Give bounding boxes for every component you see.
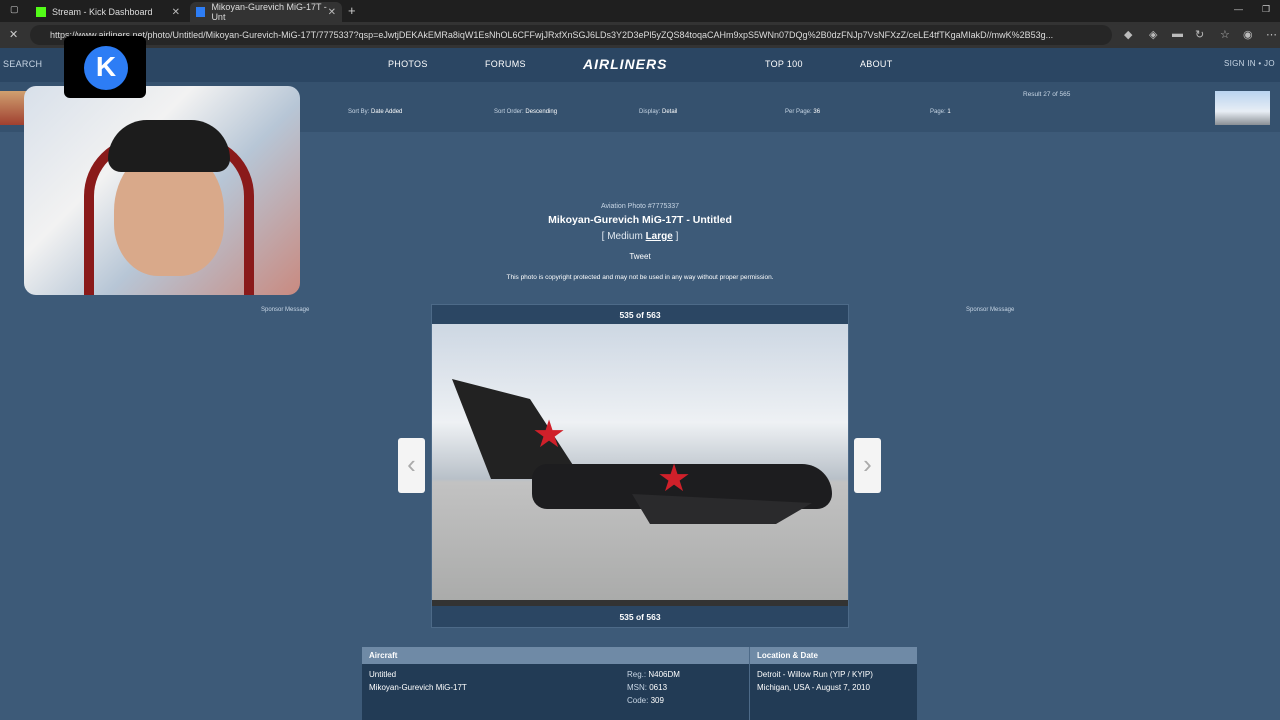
sort-order-label: Sort Order: [494, 109, 524, 115]
address-bar-row: ✕ https://www.airliners.net/photo/Untitl… [0, 22, 1280, 48]
stop-loading-icon[interactable]: ✕ [9, 28, 18, 41]
display-control[interactable]: Display: Detail [639, 109, 677, 115]
close-tab-icon[interactable]: ✕ [172, 7, 180, 18]
profile-icon[interactable]: ◉ [1243, 28, 1253, 41]
red-star-icon: ★ [657, 458, 692, 500]
display-label: Display: [639, 109, 661, 115]
photo-counter-bottom: 535 of 563 [619, 612, 661, 622]
photo-label: Aviation Photo #7775337 [600, 203, 680, 210]
nav-about[interactable]: ABOUT [860, 59, 893, 69]
aircraft-photo[interactable]: ★ ★ [432, 324, 848, 606]
date-text: Michigan, USA - August 7, 2010 [757, 683, 870, 692]
per-page-control[interactable]: Per Page: 36 [785, 109, 820, 115]
search-link[interactable]: SEARCH [3, 59, 42, 69]
code-label: Code: [627, 696, 649, 705]
location-link[interactable]: Detroit - Willow Run (YIP / KYIP) [757, 670, 873, 679]
tab-title: Mikoyan-Gurevich MiG-17T - Unt [211, 2, 327, 22]
page-control[interactable]: Page: 1 [930, 109, 951, 115]
favorites-icon[interactable]: ☆ [1220, 28, 1230, 41]
msn-value[interactable]: 0613 [649, 683, 667, 692]
photo-watermark [432, 600, 848, 606]
sort-by-value: Date Added [371, 109, 403, 115]
next-thumbnail[interactable] [1215, 91, 1270, 125]
column-divider [749, 647, 750, 720]
photo-counter-top: 535 of 563 [619, 310, 661, 320]
extension-icon[interactable]: ◆ [1124, 28, 1132, 41]
size-selector: [ Medium Large ] [601, 231, 679, 242]
aircraft-type-link[interactable]: Mikoyan-Gurevich MiG-17T [369, 683, 467, 692]
operator-link[interactable]: Untitled [369, 670, 396, 679]
reg-value[interactable]: N406DM [648, 670, 680, 679]
maximize-icon[interactable]: ❐ [1262, 4, 1270, 15]
kick-favicon-icon [36, 7, 46, 17]
sign-in-link[interactable]: SIGN IN • JO [1224, 59, 1275, 68]
streamer-cap [108, 120, 230, 172]
tweet-button[interactable]: Tweet [0, 252, 1280, 261]
sponsor-message-left[interactable]: Sponsor Message [261, 307, 309, 313]
sort-order-control[interactable]: Sort Order: Descending [494, 109, 557, 115]
airliners-logo[interactable]: AIRLINERS [583, 56, 667, 72]
per-page-value: 36 [813, 109, 821, 115]
tab-kick-dashboard[interactable]: Stream - Kick Dashboard ✕ [30, 2, 186, 22]
extension-icon[interactable]: ▬ [1172, 28, 1183, 40]
refresh-icon[interactable]: ↻ [1195, 28, 1204, 41]
window-menu-icon[interactable]: ▢ [10, 4, 19, 15]
details-table: Aircraft Location & Date Untitled Mikoya… [362, 647, 917, 720]
extension-icon[interactable]: ◈ [1149, 28, 1157, 41]
more-icon[interactable]: ⋯ [1266, 28, 1277, 41]
webcam-overlay [24, 86, 300, 295]
page-title: Mikoyan-Gurevich MiG-17T - Untitled [548, 214, 732, 226]
result-count: Result 27 of 565 [1023, 91, 1071, 98]
code-value: 309 [650, 696, 664, 705]
code-row: Code: 309 [627, 696, 664, 705]
location-header: Location & Date [757, 651, 818, 660]
sort-by-control[interactable]: Sort By: Date Added [348, 109, 402, 115]
page-value: 1 [947, 109, 951, 115]
red-star-icon: ★ [532, 414, 567, 456]
tab-airliners-photo[interactable]: Mikoyan-Gurevich MiG-17T - Unt ✕ [190, 2, 342, 22]
prev-photo-arrow-icon[interactable]: ‹ [398, 438, 425, 493]
sort-by-label: Sort By: [348, 109, 370, 115]
browser-tab-bar: ▢ Stream - Kick Dashboard ✕ Mikoyan-Gure… [0, 0, 1280, 22]
nav-photos[interactable]: PHOTOS [388, 59, 428, 69]
size-large-link[interactable]: Large [646, 231, 673, 242]
minimize-icon[interactable]: — [1234, 4, 1243, 14]
size-medium-link[interactable]: Medium [607, 231, 643, 242]
kick-logo: K [64, 36, 146, 98]
url-text: https://www.airliners.net/photo/Untitled… [50, 30, 1054, 40]
aircraft-header: Aircraft [369, 651, 398, 660]
next-photo-arrow-icon[interactable]: › [854, 438, 881, 493]
nav-top100[interactable]: TOP 100 [765, 59, 803, 69]
tab-title: Stream - Kick Dashboard [52, 7, 153, 17]
site-nav: SEARCH PHOTOS FORUMS AIRLINERS TOP 100 A… [0, 48, 1280, 82]
msn-label: MSN: [627, 683, 647, 692]
sponsor-message-right[interactable]: Sponsor Message [966, 307, 1014, 313]
copyright-notice: This photo is copyright protected and ma… [506, 274, 774, 281]
display-value: Detail [662, 109, 678, 115]
sort-order-value: Descending [525, 109, 558, 115]
details-header: Aircraft Location & Date [362, 647, 917, 664]
airliners-favicon-icon [196, 7, 206, 17]
reg-label: Reg.: [627, 670, 647, 679]
new-tab-icon[interactable]: + [348, 3, 356, 18]
reg-row: Reg.: N406DM [627, 670, 680, 679]
close-tab-icon[interactable]: ✕ [328, 7, 336, 18]
page-label: Page: [930, 109, 946, 115]
url-field[interactable]: https://www.airliners.net/photo/Untitled… [30, 25, 1112, 45]
photo-frame: 535 of 563 ★ ★ 535 of 563 [431, 304, 849, 628]
msn-row: MSN: 0613 [627, 683, 667, 692]
per-page-label: Per Page: [785, 109, 812, 115]
kick-icon: K [84, 46, 128, 90]
nav-forums[interactable]: FORUMS [485, 59, 526, 69]
